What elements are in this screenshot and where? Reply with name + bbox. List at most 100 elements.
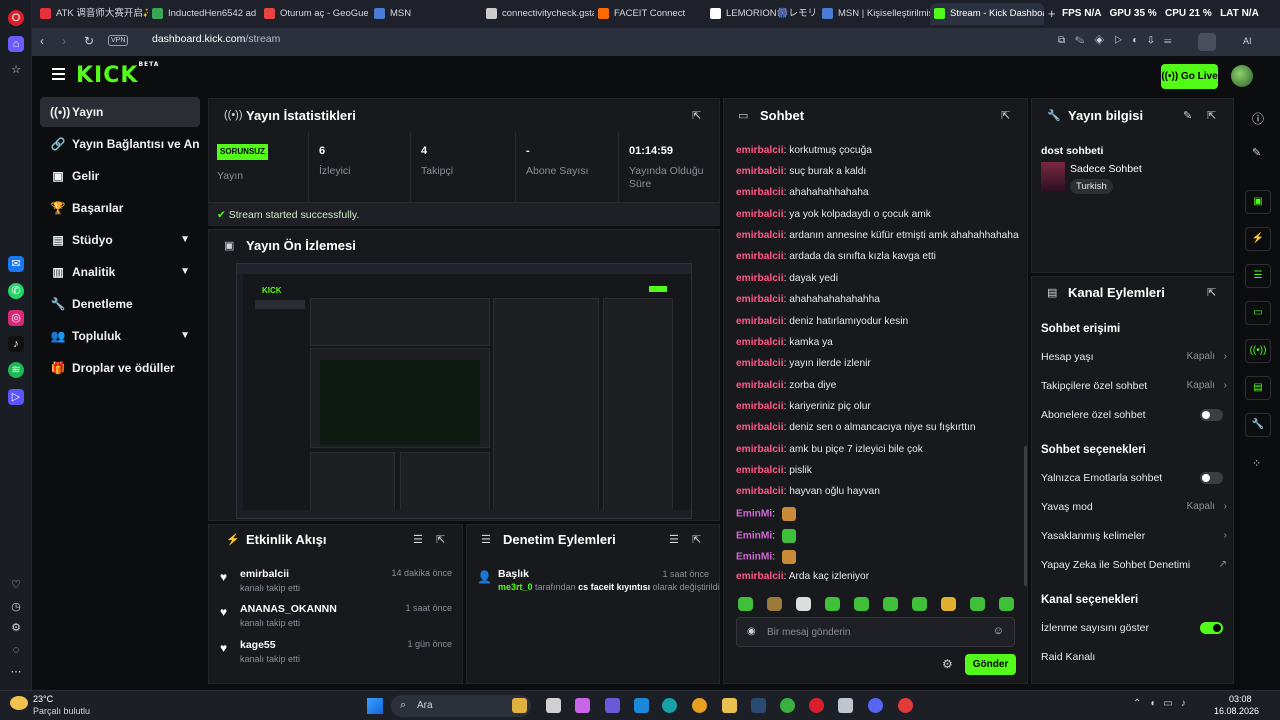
more-icon[interactable]: ⋯ xyxy=(8,664,24,680)
app-icon[interactable] xyxy=(512,698,527,713)
history-icon[interactable]: ◷ xyxy=(8,599,24,615)
steam-icon[interactable] xyxy=(751,698,766,713)
app-icon[interactable] xyxy=(838,698,853,713)
edit-icon[interactable]: ✎ xyxy=(1252,146,1261,159)
chat-username[interactable]: emirbalcii xyxy=(736,294,784,305)
tab-inducted[interactable]: InductedHen6542 adlı kişi xyxy=(148,3,256,25)
popout-icon[interactable]: ⇱ xyxy=(436,533,445,546)
heart-icon[interactable]: ♡ xyxy=(8,577,24,593)
chat-username[interactable]: emirbalcii xyxy=(736,316,784,327)
tab-lemorion[interactable]: LEMORION🎆レモリオン(@ xyxy=(706,3,818,25)
chat-username[interactable]: emirbalcii xyxy=(736,166,784,177)
popout-icon[interactable]: ⇱ xyxy=(692,533,701,546)
whatsapp-icon[interactable]: ✆ xyxy=(8,283,24,299)
chat-username[interactable]: emirbalcii xyxy=(736,209,784,220)
account-age-row[interactable]: Hesap yaşı Kapalı › xyxy=(1041,351,1227,363)
emote-icon[interactable] xyxy=(999,597,1014,611)
chat-username[interactable]: emirbalcii xyxy=(736,145,784,156)
emotes-only-toggle[interactable] xyxy=(1200,472,1223,484)
edge-icon[interactable] xyxy=(662,698,677,713)
stream-preview-video[interactable]: KICK xyxy=(236,263,692,519)
broadcast-toggle-icon[interactable]: ((•)) xyxy=(1245,339,1271,363)
chat-username[interactable]: emirbalcii xyxy=(736,380,784,391)
category-name[interactable]: Sadece Sohbet xyxy=(1070,163,1142,175)
banned-words-row[interactable]: Yasaklanmış kelimeler › xyxy=(1041,530,1227,542)
tab-msn[interactable]: MSN xyxy=(370,3,478,25)
player-icon[interactable]: ▷ xyxy=(8,389,24,405)
profile-toolbar-icon[interactable] xyxy=(1198,33,1216,51)
system-tray-icons[interactable]: ⌃◖▭♪ xyxy=(1133,698,1194,709)
chat-toggle-icon[interactable]: ▭ xyxy=(1245,301,1271,325)
taskbar-search[interactable]: ⌕ Ara xyxy=(391,695,531,717)
activity-user[interactable]: emirbalcii xyxy=(240,568,289,580)
app-icon[interactable] xyxy=(898,698,913,713)
chat-username[interactable]: emirbalcii xyxy=(736,187,784,198)
folder-icon[interactable] xyxy=(722,698,737,713)
mod-item-user[interactable]: me3rt_0 xyxy=(498,582,533,592)
shield-icon[interactable]: ◉ xyxy=(747,626,756,637)
reload-icon[interactable]: ↻ xyxy=(84,34,94,48)
instagram-icon[interactable]: ◎ xyxy=(8,310,24,326)
chat-username[interactable]: EminMi xyxy=(736,509,772,520)
emote-icon[interactable] xyxy=(883,597,898,611)
nav-item-stream-key[interactable]: 🔗 Yayın Bağlantısı ve Anahtarı xyxy=(40,129,200,159)
tab-faceit[interactable]: FACEIT Connect xyxy=(594,3,702,25)
nav-item-community[interactable]: 👥 Topluluk ▼ xyxy=(40,321,200,351)
popout-icon[interactable]: ⇱ xyxy=(1001,109,1010,122)
aria-ai-button[interactable]: AI xyxy=(1243,36,1252,46)
tab-connectivity[interactable]: connectivitycheck.gstatic.c xyxy=(482,3,594,25)
chat-username[interactable]: emirbalcii xyxy=(736,230,784,241)
chat-username[interactable]: emirbalcii xyxy=(736,422,784,433)
emoji-icon[interactable]: ☺ xyxy=(993,625,1004,637)
slow-mode-row[interactable]: Yavaş mod Kapalı › xyxy=(1041,501,1227,513)
home-icon[interactable]: ⌂ xyxy=(8,36,24,52)
chat-scrollbar[interactable] xyxy=(1024,446,1027,586)
nav-item-moderation[interactable]: 🔧 Denetleme xyxy=(40,289,200,319)
filter-icon[interactable]: ☰ xyxy=(413,533,423,546)
chat-username[interactable]: emirbalcii xyxy=(736,358,784,369)
emote-icon[interactable] xyxy=(767,597,782,611)
chat-username[interactable]: emirbalcii xyxy=(736,465,784,476)
raid-row[interactable]: Raid Kanalı xyxy=(1041,651,1227,663)
chat-username[interactable]: EminMi xyxy=(736,531,772,542)
ai-moderation-row[interactable]: Yapay Zeka ile Sohbet Denetimi ↗ xyxy=(1041,559,1227,571)
chat-username[interactable]: emirbalcii xyxy=(736,337,784,348)
windows-start-icon[interactable] xyxy=(367,698,383,714)
activity-user[interactable]: kage55 xyxy=(240,639,276,651)
opera-icon[interactable] xyxy=(809,698,824,713)
nav-item-analytics[interactable]: ▥ Analitik ▼ xyxy=(40,257,200,287)
messenger-icon[interactable]: ✉ xyxy=(8,256,24,272)
emote-icon[interactable] xyxy=(825,597,840,611)
back-icon[interactable]: ‹ xyxy=(40,34,44,48)
nav-item-drops[interactable]: 🎁 Droplar ve ödüller xyxy=(40,353,200,383)
popout-icon[interactable]: ⇱ xyxy=(692,109,701,122)
vpn-badge[interactable]: VPN xyxy=(108,35,129,46)
emote-icon[interactable] xyxy=(796,597,811,611)
forward-icon[interactable]: › xyxy=(62,34,66,48)
nav-item-achievements[interactable]: 🏆 Başarılar xyxy=(40,193,200,223)
lightning-toggle-icon[interactable]: ⚡ xyxy=(1245,227,1271,251)
tab-kick-dashboard[interactable]: Stream - Kick Dashboard xyxy=(930,3,1044,25)
preview-toggle-icon[interactable]: ▣ xyxy=(1245,190,1271,214)
star-icon[interactable]: ☆ xyxy=(8,62,24,78)
hamburger-menu-icon[interactable] xyxy=(52,68,65,70)
emote-icon[interactable] xyxy=(854,597,869,611)
chat-username[interactable]: EminMi xyxy=(736,552,772,563)
nav-item-studio[interactable]: ▤ Stüdyo ▼ xyxy=(40,225,200,255)
app-icon[interactable] xyxy=(780,698,795,713)
chat-username[interactable]: emirbalcii xyxy=(736,273,784,284)
lightbulb-icon[interactable]: ◌ xyxy=(8,642,24,658)
tiktok-icon[interactable]: ♪ xyxy=(8,336,24,352)
teams-icon[interactable] xyxy=(605,698,620,713)
popout-icon[interactable]: ⇱ xyxy=(1207,109,1216,122)
emote-icon[interactable] xyxy=(912,597,927,611)
chat-username[interactable]: emirbalcii xyxy=(736,251,784,262)
tab-geoguessr[interactable]: Oturum aç - GeoGuessr xyxy=(260,3,368,25)
weather-icon[interactable] xyxy=(10,696,28,710)
widgets-icon[interactable]: ⁘ xyxy=(1252,457,1261,470)
wrench-toggle-icon[interactable]: 🔧 xyxy=(1245,413,1271,437)
copilot-icon[interactable] xyxy=(575,698,590,713)
kick-logo[interactable]: KICKBETA xyxy=(76,61,159,88)
app-icon[interactable] xyxy=(546,698,561,713)
send-button[interactable]: Gönder xyxy=(965,654,1016,675)
